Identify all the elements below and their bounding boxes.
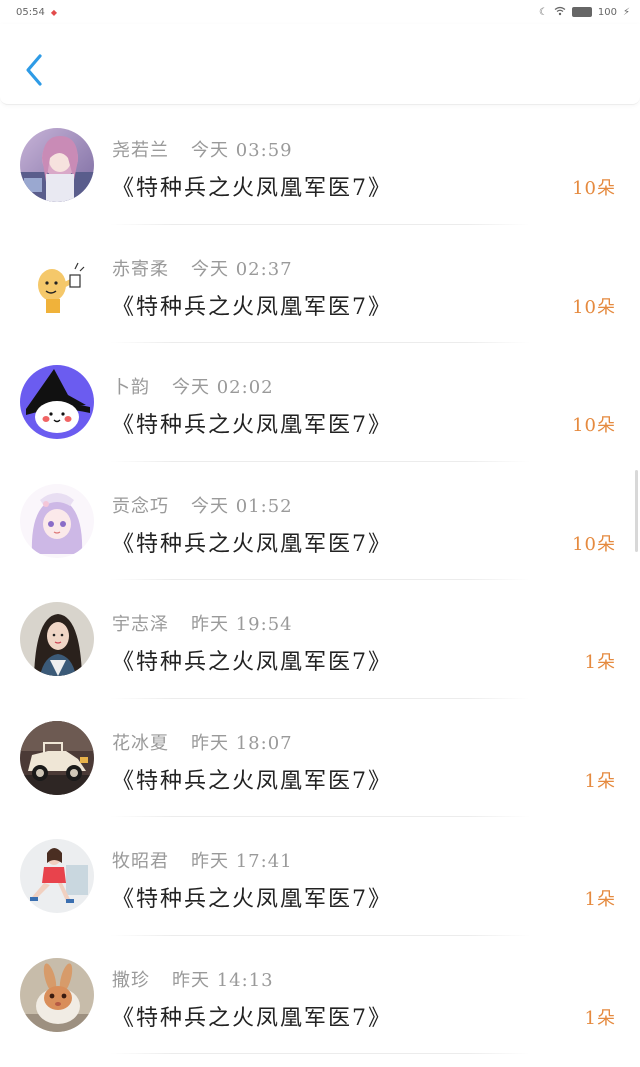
avatar[interactable] [20,602,94,676]
gift-time: 今天 01:52 [191,495,293,517]
sender-name[interactable]: 尧若兰 [112,136,169,162]
book-title: 《特种兵之火凤凰军医7》 [112,294,392,320]
flower-count: 1朵 [584,652,616,673]
gift-time: 昨天 14:13 [172,969,274,991]
gift-list-item[interactable]: 赤寄柔 今天 02:37 《特种兵之火凤凰军医7》 10朵 [0,225,640,343]
book-title: 《特种兵之火凤凰军医7》 [112,1005,392,1031]
app-header [0,24,640,105]
book-title: 《特种兵之火凤凰军医7》 [112,887,392,912]
gift-time: 昨天 19:54 [191,614,293,635]
flower-count: 10朵 [572,533,616,555]
divider [110,1053,530,1054]
avatar[interactable] [20,839,94,913]
book-title: 《特种兵之火凤凰军医7》 [112,176,392,201]
book-title: 《特种兵之火凤凰军医7》 [112,531,392,557]
sender-name[interactable]: 贡念巧 [112,492,169,518]
red-dot-icon: ◆ [50,7,57,17]
status-left: 05:54 ◆ [16,7,57,18]
flower-count: 1朵 [584,1007,616,1029]
status-bar: 05:54 ◆ ☾ 100 ⚡ [0,0,640,24]
flower-count: 1朵 [584,770,616,792]
gift-list-item[interactable]: 撒珍 昨天 14:13 《特种兵之火凤凰军医7》 1朵 [0,936,640,1054]
sender-name[interactable]: 宇志泽 [112,610,169,636]
gift-time: 昨天 17:41 [191,851,293,872]
avatar[interactable] [20,483,94,558]
gift-list-item[interactable]: 牧昭君 昨天 17:41 《特种兵之火凤凰军医7》 1朵 [0,817,640,936]
sender-name[interactable]: 花冰夏 [112,729,169,755]
gift-time: 今天 03:59 [191,140,293,161]
moon-icon: ☾ [538,6,548,18]
flower-count: 1朵 [584,889,616,910]
gift-list-item[interactable]: 花冰夏 昨天 18:07 《特种兵之火凤凰军医7》 1朵 [0,699,640,817]
gift-meta: 花冰夏 昨天 18:07 [112,729,293,755]
chevron-left-icon [26,54,42,86]
wifi-icon [554,6,566,19]
gift-meta: 牧昭君 昨天 17:41 [112,847,293,873]
gift-time: 今天 02:02 [172,377,274,398]
status-right: ☾ 100 ⚡ [539,6,630,19]
scrollbar[interactable] [635,470,638,552]
avatar[interactable] [20,957,94,1032]
flower-count: 10朵 [572,296,616,318]
gift-list-item[interactable]: 贡念巧 今天 01:52 《特种兵之火凤凰军医7》 10朵 [0,462,640,580]
gift-list: 尧若兰 今天 03:59 《特种兵之火凤凰军医7》 10朵 赤寄柔 今天 02:37 《特种… [0,106,640,1054]
gift-meta: 贡念巧 今天 01:52 [112,492,293,518]
gift-meta: 卜韵 今天 02:02 [112,373,274,399]
charging-icon: ⚡ [622,6,630,18]
gift-list-item[interactable]: 宇志泽 昨天 19:54 《特种兵之火凤凰军医7》 1朵 [0,580,640,699]
sender-name[interactable]: 撒珍 [112,966,150,992]
gift-meta: 尧若兰 今天 03:59 [112,136,293,162]
avatar[interactable] [20,128,94,202]
gift-time: 今天 02:37 [191,258,293,280]
gift-meta: 赤寄柔 今天 02:37 [112,255,293,281]
flower-count: 10朵 [572,415,616,436]
sender-name[interactable]: 赤寄柔 [112,255,169,281]
avatar[interactable] [20,246,94,321]
gift-list-item[interactable]: 卜韵 今天 02:02 《特种兵之火凤凰军医7》 10朵 [0,343,640,462]
gift-meta: 宇志泽 昨天 19:54 [112,610,293,636]
sender-name[interactable]: 卜韵 [112,373,150,399]
avatar[interactable] [20,720,94,795]
battery-text: 100 [597,6,617,18]
sender-name[interactable]: 牧昭君 [112,847,169,873]
back-button[interactable] [18,50,50,90]
flower-count: 10朵 [572,178,616,199]
book-title: 《特种兵之火凤凰军医7》 [112,413,392,438]
book-title: 《特种兵之火凤凰军医7》 [112,650,392,675]
book-title: 《特种兵之火凤凰军医7》 [112,768,392,794]
status-time: 05:54 [16,6,45,18]
gift-list-item[interactable]: 尧若兰 今天 03:59 《特种兵之火凤凰军医7》 10朵 [0,106,640,225]
avatar[interactable] [20,365,94,439]
gift-meta: 撒珍 昨天 14:13 [112,966,274,992]
battery-icon [571,7,592,17]
gift-time: 昨天 18:07 [191,732,293,754]
